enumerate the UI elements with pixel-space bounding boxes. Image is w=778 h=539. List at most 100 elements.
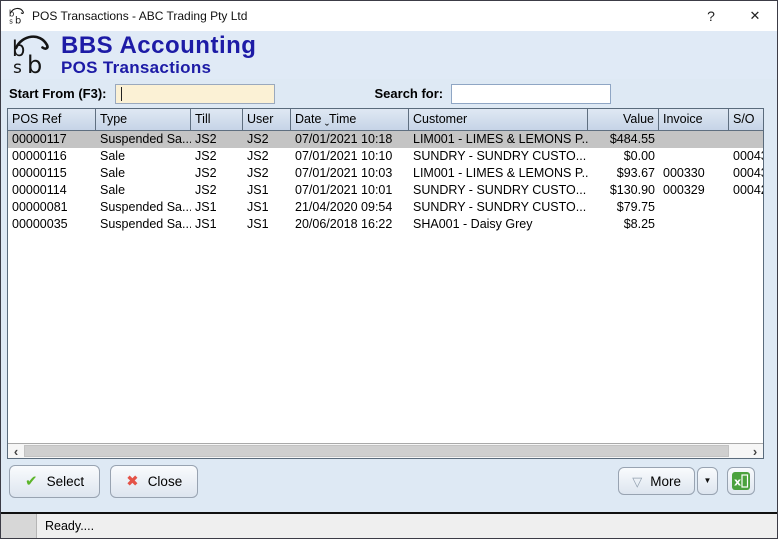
column-header-pos_ref[interactable]: POS Ref	[8, 109, 96, 130]
more-dropdown-button[interactable]: ▼	[697, 467, 718, 495]
window-close-button[interactable]: ✕	[733, 1, 777, 31]
dropdown-arrow-icon: ▼	[704, 477, 712, 485]
title-bar: POS Transactions - ABC Trading Pty Ltd ?…	[1, 1, 777, 31]
table-cell-customer: SUNDRY - SUNDRY CUSTO...	[409, 148, 588, 165]
table-cell-till: JS2	[191, 182, 243, 199]
close-button[interactable]: ✖ Close	[110, 465, 198, 498]
table-cell-till: JS2	[191, 165, 243, 182]
scroll-left-icon[interactable]: ‹	[8, 444, 24, 459]
action-bar: ✔ Select ✖ Close ▽ More ▼ x	[1, 459, 777, 503]
more-button[interactable]: ▽ More	[618, 467, 695, 495]
pos-transactions-dialog: POS Transactions - ABC Trading Pty Ltd ?…	[0, 0, 778, 539]
column-header-date_time[interactable]: Date ˬTime	[291, 109, 409, 130]
table-cell-invoice	[659, 216, 729, 233]
table-cell-pos_ref: 00000035	[8, 216, 96, 233]
table-cell-customer: SUNDRY - SUNDRY CUSTO...	[409, 199, 588, 216]
column-header-invoice[interactable]: Invoice	[659, 109, 729, 130]
brand-title: BBS Accounting	[61, 34, 256, 58]
table-cell-date_time: 20/06/2018 16:22	[291, 216, 409, 233]
column-header-so[interactable]: S/O	[729, 109, 763, 130]
table-cell-so	[729, 216, 763, 233]
search-for-label: Search for:	[375, 86, 444, 101]
search-input[interactable]	[451, 84, 611, 104]
horizontal-scrollbar[interactable]: ‹ ›	[8, 443, 763, 458]
table-cell-date_time: 07/01/2021 10:01	[291, 182, 409, 199]
status-text: Ready....	[45, 519, 94, 533]
table-cell-customer: LIM001 - LIMES & LEMONS P...	[409, 165, 588, 182]
table-cell-value: $130.90	[588, 182, 659, 199]
table-cell-value: $484.55	[588, 131, 659, 148]
start-from-label: Start From (F3):	[9, 86, 107, 101]
table-cell-type: Sale	[96, 165, 191, 182]
table-cell-so	[729, 199, 763, 216]
status-bar: Ready....	[1, 512, 777, 538]
filter-bar: Start From (F3): Search for:	[1, 79, 777, 108]
table-cell-value: $93.67	[588, 165, 659, 182]
scrollbar-thumb[interactable]	[24, 445, 729, 457]
scroll-right-icon[interactable]: ›	[747, 444, 763, 459]
page-title: POS Transactions	[61, 59, 256, 76]
table-cell-user: JS1	[243, 199, 291, 216]
table-row[interactable]: 00000116SaleJS2JS207/01/2021 10:10SUNDRY…	[8, 148, 763, 165]
table-cell-so: 00042	[729, 182, 763, 199]
header-band: BBS Accounting POS Transactions	[1, 31, 777, 79]
column-header-user[interactable]: User	[243, 109, 291, 130]
window-title: POS Transactions - ABC Trading Pty Ltd	[32, 9, 689, 23]
svg-text:x: x	[734, 476, 741, 489]
column-header-type[interactable]: Type	[96, 109, 191, 130]
help-button[interactable]: ?	[689, 1, 733, 31]
table-cell-so: 00043	[729, 165, 763, 182]
table-body: 00000117Suspended Sa...JS2JS207/01/2021 …	[8, 131, 763, 443]
table-cell-value: $8.25	[588, 216, 659, 233]
text-caret	[121, 87, 122, 101]
column-header-customer[interactable]: Customer	[409, 109, 588, 130]
table-cell-user: JS1	[243, 182, 291, 199]
excel-icon: x	[731, 471, 751, 491]
table-cell-customer: SHA001 - Daisy Grey	[409, 216, 588, 233]
table-cell-type: Suspended Sa...	[96, 216, 191, 233]
export-excel-button[interactable]: x	[727, 467, 755, 495]
more-button-label: More	[650, 474, 681, 489]
table-cell-value: $0.00	[588, 148, 659, 165]
table-cell-till: JS2	[191, 148, 243, 165]
table-row[interactable]: 00000035Suspended Sa...JS1JS120/06/2018 …	[8, 216, 763, 233]
table-cell-so	[729, 131, 763, 148]
select-button[interactable]: ✔ Select	[9, 465, 100, 498]
table-cell-till: JS1	[191, 216, 243, 233]
table-cell-user: JS2	[243, 148, 291, 165]
table-cell-pos_ref: 00000114	[8, 182, 96, 199]
bbs-logo	[9, 33, 55, 77]
table-cell-customer: SUNDRY - SUNDRY CUSTO...	[409, 182, 588, 199]
table-cell-invoice	[659, 148, 729, 165]
table-cell-date_time: 07/01/2021 10:03	[291, 165, 409, 182]
table-cell-pos_ref: 00000116	[8, 148, 96, 165]
app-logo-icon	[8, 7, 26, 25]
triangle-down-icon: ▽	[632, 475, 642, 488]
table-cell-till: JS1	[191, 199, 243, 216]
transactions-table: POS RefTypeTillUserDate ˬTimeCustomerVal…	[7, 108, 764, 459]
table-cell-user: JS2	[243, 165, 291, 182]
table-cell-user: JS1	[243, 216, 291, 233]
table-cell-date_time: 21/04/2020 09:54	[291, 199, 409, 216]
select-button-label: Select	[47, 474, 85, 489]
table-cell-till: JS2	[191, 131, 243, 148]
table-row[interactable]: 00000114SaleJS2JS107/01/2021 10:01SUNDRY…	[8, 182, 763, 199]
status-grip	[1, 514, 37, 538]
close-button-label: Close	[148, 474, 183, 489]
table-cell-date_time: 07/01/2021 10:18	[291, 131, 409, 148]
table-cell-type: Sale	[96, 148, 191, 165]
start-from-input[interactable]	[115, 84, 275, 104]
table-cell-type: Suspended Sa...	[96, 131, 191, 148]
table-cell-pos_ref: 00000115	[8, 165, 96, 182]
red-x-icon: ✖	[126, 472, 139, 490]
table-cell-invoice: 000329	[659, 182, 729, 199]
table-cell-value: $79.75	[588, 199, 659, 216]
check-icon: ✔	[25, 472, 38, 490]
column-header-till[interactable]: Till	[191, 109, 243, 130]
table-cell-so: 00043	[729, 148, 763, 165]
table-row[interactable]: 00000117Suspended Sa...JS2JS207/01/2021 …	[8, 131, 763, 148]
table-row[interactable]: 00000081Suspended Sa...JS1JS121/04/2020 …	[8, 199, 763, 216]
column-header-value[interactable]: Value	[588, 109, 659, 130]
table-row[interactable]: 00000115SaleJS2JS207/01/2021 10:03LIM001…	[8, 165, 763, 182]
table-cell-user: JS2	[243, 131, 291, 148]
